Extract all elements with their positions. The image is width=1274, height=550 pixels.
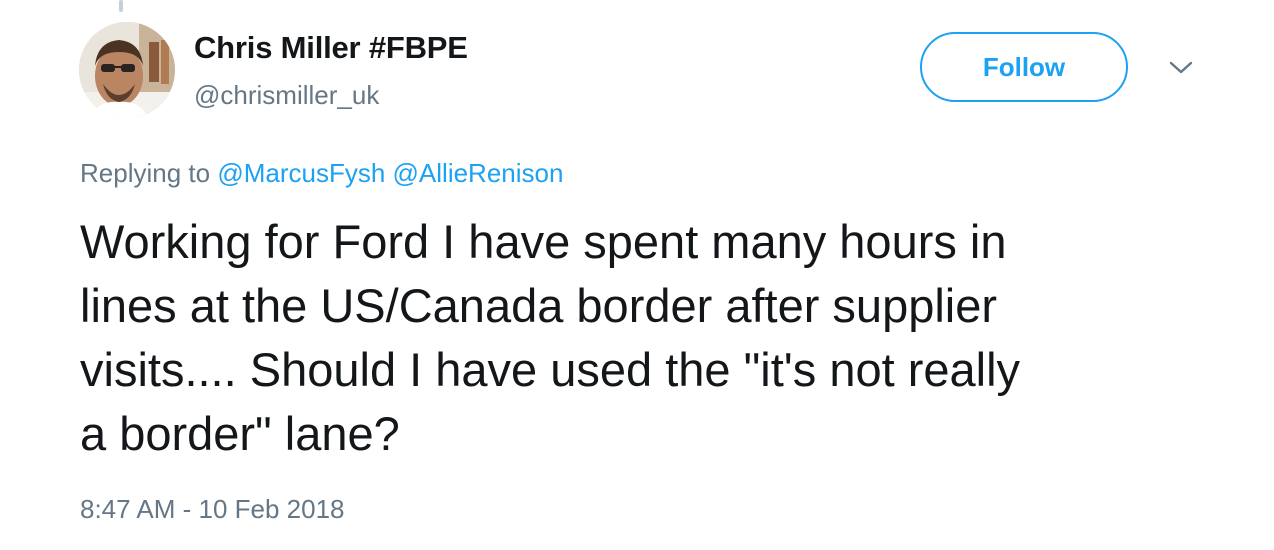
- follow-button[interactable]: Follow: [920, 32, 1128, 102]
- mention-link-marcusfysh[interactable]: @MarcusFysh: [217, 158, 385, 188]
- replying-to-line: Replying to @MarcusFysh @AllieRenison: [80, 158, 563, 189]
- replying-to-label: Replying to: [80, 158, 211, 188]
- author-handle[interactable]: @chrismiller_uk: [194, 80, 379, 111]
- chevron-down-icon: [1169, 61, 1193, 74]
- avatar[interactable]: [79, 22, 175, 118]
- tweet-menu-button[interactable]: [1166, 56, 1196, 80]
- mention-link-allierenison[interactable]: @AllieRenison: [393, 158, 564, 188]
- tweet-text: Working for Ford I have spent many hours…: [80, 215, 1021, 460]
- profile-photo: [79, 22, 175, 118]
- tweet-timestamp[interactable]: 8:47 AM - 10 Feb 2018: [80, 494, 345, 525]
- thread-connector-line: [119, 0, 123, 12]
- author-display-name[interactable]: Chris Miller #FBPE: [194, 30, 468, 66]
